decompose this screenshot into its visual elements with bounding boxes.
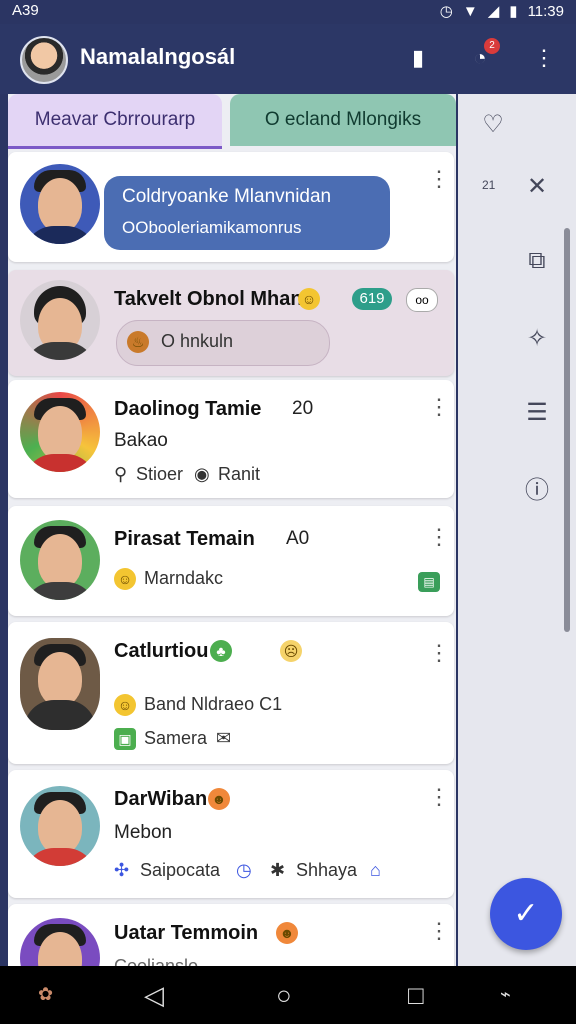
- notification-badge: 2: [484, 38, 500, 54]
- contact-sub: Mebon: [114, 822, 173, 843]
- timer-icon[interactable]: ◔ 2: [464, 38, 500, 74]
- butterfly-icon: ✣: [114, 860, 130, 880]
- meta-text-1: Saipocata: [140, 860, 221, 880]
- bubble-line-1: Coldryoanke Mlanvnidan: [122, 186, 332, 207]
- smile-emoji-icon: ☺: [114, 568, 136, 590]
- contact-name: Daolinog Tamie: [114, 398, 262, 420]
- compose-fab[interactable]: ✓: [490, 878, 562, 950]
- back-icon[interactable]: ◁: [144, 980, 164, 1011]
- avatar: [20, 164, 100, 244]
- contact-sub: Bakao: [114, 430, 168, 451]
- clock-icon: ◷: [439, 3, 453, 20]
- more-vert-icon[interactable]: ⋮: [528, 42, 560, 74]
- message-line-2: Samera: [144, 728, 208, 748]
- avatar: [20, 280, 100, 360]
- avatar: [20, 918, 100, 966]
- check-icon: ✓: [513, 897, 539, 930]
- bubble-line-2: OObooleriamikamonrus: [122, 218, 302, 237]
- contact-name: Takvelt Obnol Mhan: [114, 288, 303, 310]
- recents-icon[interactable]: □: [408, 980, 424, 1011]
- home-icon[interactable]: ○: [276, 980, 292, 1011]
- contact-sub: Coolianslo: [114, 956, 199, 966]
- meta-text-2: Shhaya: [296, 860, 358, 880]
- chat-card[interactable]: Takvelt Obnol Mhan ☺ 619 oo ♨ O hnkuln: [8, 270, 454, 376]
- contact-name: Pirasat Temain: [114, 528, 255, 550]
- more-vert-icon[interactable]: ⋮: [428, 526, 450, 548]
- chat-card[interactable]: DarWiban ☻ Mebon ✣ Saipocata ◷ ✱ Shhaya …: [8, 770, 454, 898]
- image-icon: ▤: [418, 572, 440, 592]
- puzzle-icon[interactable]: ✧: [522, 324, 552, 354]
- tag-badge: 619: [352, 288, 392, 310]
- contact-name: Catlurtiou: [114, 640, 209, 662]
- pill-text: O hnkuln: [161, 331, 234, 351]
- profile-avatar[interactable]: [20, 36, 68, 84]
- worried-emoji-icon: ☹: [280, 640, 302, 662]
- smile-emoji-icon: ☺: [298, 288, 320, 310]
- app-title: Namalalngosál: [80, 44, 236, 69]
- avatar: [20, 392, 100, 472]
- food-emoji-icon: ♨: [127, 331, 149, 353]
- message-bubble[interactable]: Coldryoanke Mlanvnidan OObooleriamikamon…: [104, 176, 390, 250]
- mail-icon: ✉: [216, 728, 232, 748]
- contact-name: Uatar Temmoin: [114, 922, 259, 944]
- document-icon[interactable]: ☰: [522, 398, 552, 428]
- app-bar: Namalalngosál ▮ ◔ 2 ⋮: [0, 24, 576, 94]
- avatar: [20, 786, 100, 866]
- star-icon: ✱: [270, 860, 286, 880]
- more-vert-icon[interactable]: ⋮: [428, 642, 450, 664]
- tab-first[interactable]: Meavar Cbrrourarp: [8, 94, 222, 149]
- grin-emoji-icon: ☻: [276, 922, 298, 944]
- leaf-emoji-icon: ♣: [210, 640, 232, 662]
- battery-icon: ▮: [509, 3, 518, 20]
- tab-bar: Meavar Cbrrourarp O ecland Mlongiks: [8, 94, 456, 150]
- wifi-icon: ▼: [462, 2, 478, 20]
- clock-icon: ◷: [236, 860, 252, 880]
- chat-card[interactable]: Uatar Temmoin ☻ Coolianslo ⋮: [8, 904, 454, 966]
- more-vert-icon[interactable]: ⋮: [428, 920, 450, 942]
- tab-second[interactable]: O ecland Mlongiks: [230, 94, 456, 146]
- sidebar-small-text: 21: [482, 178, 496, 192]
- count-label: A0: [286, 528, 310, 549]
- calendar-icon: ▣: [114, 728, 136, 750]
- scrollbar[interactable]: [564, 228, 570, 632]
- chat-card[interactable]: Pirasat Temain A0 ☺ Marndakc ▤ ⋮: [8, 506, 454, 616]
- signal-icon: ◢: [487, 3, 500, 20]
- avatar: [20, 638, 100, 730]
- share-box-icon[interactable]: ⧉: [522, 246, 552, 276]
- contact-name: DarWiban: [114, 788, 208, 810]
- message-line-1: Band Nldraeo C1: [144, 694, 283, 714]
- meta-text-1: Stioer: [136, 464, 184, 484]
- message-pill[interactable]: ♨ O hnkuln: [116, 320, 330, 366]
- keyboard-icon[interactable]: ⌁: [500, 984, 511, 1005]
- close-icon[interactable]: ✕: [522, 172, 552, 202]
- status-bar: A39 ◷ ▼ ◢ ▮ 11:39: [0, 0, 576, 24]
- glasses-icon: oo: [406, 288, 438, 312]
- meta-text-2: Ranit: [218, 464, 261, 484]
- location-icon: ◉: [194, 464, 210, 484]
- more-vert-icon[interactable]: ⋮: [428, 396, 450, 418]
- system-nav-bar: ✿ ◁ ○ □ ⌁: [0, 966, 576, 1024]
- status-left-text: A39: [12, 2, 39, 19]
- more-vert-icon[interactable]: ⋮: [428, 168, 450, 190]
- chat-card[interactable]: Catlurtiou ♣ ☹ ☺ Band Nldraeo C1 ▣ Samer…: [8, 622, 454, 764]
- chat-card[interactable]: Coldryoanke Mlanvnidan OObooleriamikamon…: [8, 152, 454, 262]
- bag-icon: ⌂: [370, 860, 381, 880]
- more-vert-icon[interactable]: ⋮: [428, 786, 450, 808]
- count-label: 20: [292, 398, 314, 419]
- logo-icon: ✿: [38, 984, 54, 1004]
- chat-card[interactable]: Daolinog Tamie 20 Bakao ⚲ Stioer ◉ Ranit…: [8, 380, 454, 498]
- chat-panel: Meavar Cbrrourarp O ecland Mlongiks Cold…: [8, 94, 456, 966]
- avatar: [20, 520, 100, 600]
- wrench-icon: ⚲: [114, 464, 128, 484]
- heart-outline-icon[interactable]: ♡: [478, 110, 508, 140]
- smile-emoji-icon: ☺: [114, 694, 136, 716]
- book-icon[interactable]: ▮: [402, 42, 434, 74]
- contact-sub: Marndakc: [144, 568, 224, 588]
- side-toolbar: ♡ 21 ✕ ⧉ ✧ ☰ ⓘ: [458, 94, 576, 966]
- grin-emoji-icon: ☻: [208, 788, 230, 810]
- info-icon[interactable]: ⓘ: [522, 476, 552, 506]
- status-time: 11:39: [527, 2, 564, 20]
